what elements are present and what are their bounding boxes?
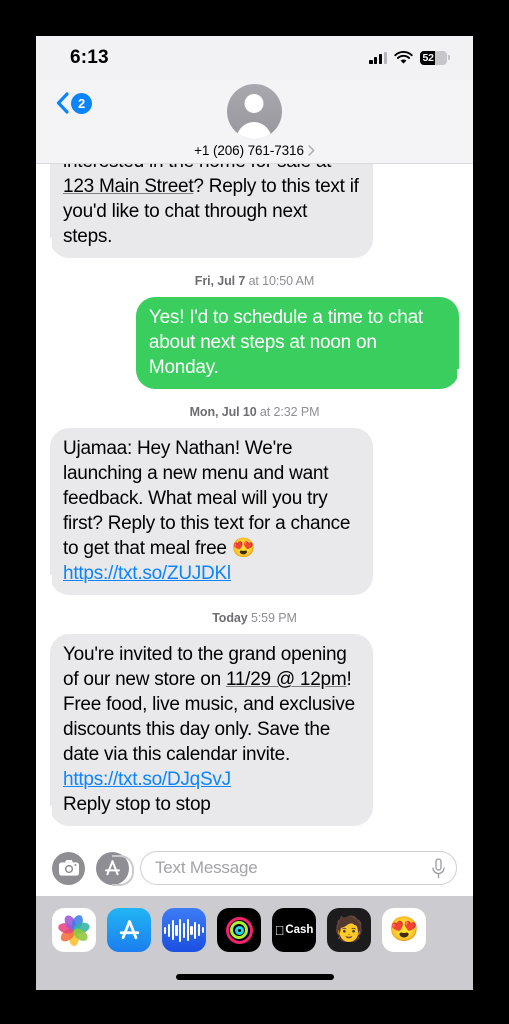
fitness-app-icon[interactable] — [217, 908, 261, 952]
message-timestamp: Today 5:59 PM — [50, 611, 459, 625]
memoji-face-glyph: 🧑 — [334, 916, 364, 943]
timestamp-day: Today — [212, 611, 248, 625]
status-bar-indicators: 52 — [369, 51, 451, 65]
message-input-placeholder: Text Message — [155, 858, 258, 877]
message-input-bar: Text Message — [36, 840, 473, 896]
timestamp-time: 5:59 PM — [247, 611, 297, 625]
timestamp-time: at 10:50 AM — [245, 274, 315, 288]
memoji-icon[interactable]: 🧑 — [327, 908, 371, 952]
timestamp-day: Fri, Jul 7 — [194, 274, 246, 288]
chevron-right-icon — [308, 145, 315, 156]
app-store-app-icon[interactable] — [107, 908, 151, 952]
message-row: interested in the home for sale at 123 M… — [41, 164, 459, 258]
message-timestamp: Fri, Jul 7 at 10:50 AM — [50, 274, 459, 288]
app-store-icon — [105, 859, 120, 875]
timestamp-day: Mon, Jul 10 — [189, 405, 257, 419]
wifi-icon — [394, 51, 413, 64]
memoji-sticker-glyph: 😍 — [389, 916, 419, 943]
photos-app-icon[interactable] — [52, 908, 96, 952]
message-text: interested in the home for sale at — [63, 164, 331, 172]
message-link[interactable]: https://txt.so/DJqSvJ — [63, 769, 231, 790]
photos-flower-glyph — [57, 913, 91, 946]
message-timestamp: Mon, Jul 10 at 2:32 PM — [50, 405, 459, 419]
microphone-icon[interactable] — [431, 857, 446, 879]
chevron-left-icon — [56, 92, 69, 114]
message-text: Reply stop to stop — [63, 794, 211, 815]
battery-icon: 52 — [420, 51, 451, 65]
music-app-icon[interactable] — [162, 908, 206, 952]
message-row: Ujamaa: Hey Nathan! We're launching a ne… — [41, 428, 459, 595]
home-indicator-bar[interactable] — [36, 964, 473, 990]
conversation-header: 2 +1 (206) 761-7316 — [36, 80, 473, 164]
message-bubble-incoming[interactable]: interested in the home for sale at 123 M… — [41, 164, 374, 258]
app-store-glyph — [119, 919, 139, 939]
message-bubble-outgoing[interactable]: Yes! I'd to schedule a time to chat abou… — [135, 297, 468, 389]
imessage-app-drawer[interactable]:  Cash 🧑 😍 — [36, 896, 473, 964]
status-bar-time: 6:13 — [70, 47, 109, 68]
message-text: Yes! I'd to schedule a time to chat abou… — [148, 307, 423, 378]
apps-button[interactable] — [96, 851, 134, 886]
message-text-field[interactable]: Text Message — [140, 851, 457, 885]
timestamp-time: at 2:32 PM — [256, 405, 320, 419]
message-bubble-incoming[interactable]: Ujamaa: Hey Nathan! We're launching a ne… — [41, 428, 374, 595]
detected-data-link[interactable]: 11/29 @ 12pm — [226, 669, 347, 690]
waveform-glyph — [164, 918, 204, 942]
message-list[interactable]: interested in the home for sale at 123 M… — [36, 164, 473, 840]
apple-logo-glyph:  — [275, 924, 285, 937]
contact-info-button[interactable]: +1 (206) 761-7316 — [194, 84, 315, 158]
message-text: Ujamaa: Hey Nathan! We're launching a ne… — [63, 438, 351, 559]
iphone-screen: 6:13 52 2 +1 (206) 761-7316 123 Main Str… — [36, 36, 473, 990]
message-bubble-incoming[interactable]: You're invited to the grand opening of o… — [41, 634, 374, 826]
camera-button[interactable] — [52, 851, 85, 885]
contact-name-row: +1 (206) 761-7316 — [194, 143, 315, 158]
message-link[interactable]: https://txt.so/ZUJDKl — [63, 563, 231, 584]
battery-percent: 52 — [422, 52, 434, 64]
message-row: You're invited to the grand opening of o… — [41, 634, 459, 826]
memoji-stickers-icon[interactable]: 😍 — [382, 908, 426, 952]
back-button[interactable]: 2 — [56, 92, 92, 114]
unread-count-badge: 2 — [71, 92, 92, 114]
contact-name: +1 (206) 761-7316 — [194, 143, 304, 158]
message-row: Yes! I'd to schedule a time to chat abou… — [50, 297, 468, 389]
activity-rings-glyph — [225, 916, 253, 944]
cellular-signal-icon — [369, 51, 387, 64]
contact-avatar-placeholder — [226, 84, 282, 139]
apple-cash-icon[interactable]:  Cash — [272, 908, 316, 952]
detected-data-link[interactable]: 123 Main Street — [63, 176, 194, 197]
status-bar: 6:13 52 — [36, 36, 473, 80]
camera-icon — [58, 860, 79, 876]
apple-cash-label: Cash — [280, 924, 313, 936]
